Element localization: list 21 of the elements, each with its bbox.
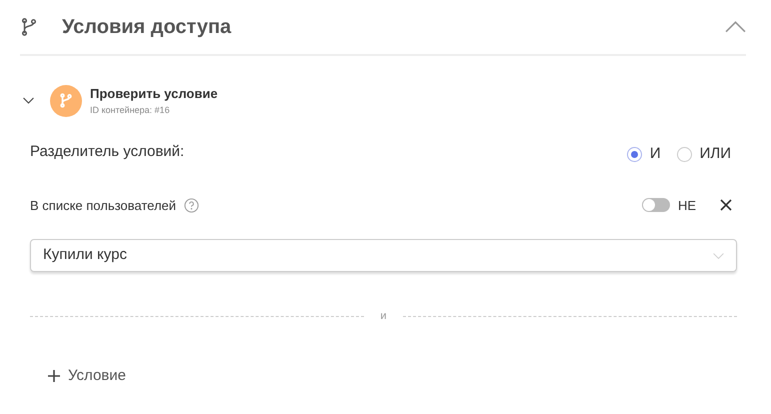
branch-icon — [20, 17, 38, 37]
container-id: ID контейнера: #16 — [90, 104, 171, 117]
block-title: Проверить условие — [90, 85, 218, 103]
separator-label: Разделитель условий: — [30, 142, 184, 162]
radio-label[interactable]: ИЛИ — [700, 143, 731, 166]
add-condition-button[interactable]: Условие — [48, 364, 126, 387]
toggle-label: НЕ — [678, 196, 696, 214]
radio-label[interactable]: И — [650, 143, 661, 166]
plus-icon — [48, 370, 60, 382]
branch-icon — [50, 84, 82, 116]
help-icon — [184, 198, 200, 213]
close-icon[interactable] — [720, 199, 732, 212]
radio-button[interactable] — [626, 146, 642, 162]
radio-button[interactable] — [676, 146, 692, 162]
section-title: Условия доступа — [62, 15, 232, 40]
collapse-button[interactable] — [23, 97, 34, 104]
caret-icon — [713, 252, 724, 258]
toggle-switch[interactable] — [642, 198, 670, 212]
condition-label: В списке пользователей — [30, 196, 176, 214]
select-field[interactable]: Купили курс — [30, 239, 737, 272]
divider-label: и — [380, 309, 387, 324]
